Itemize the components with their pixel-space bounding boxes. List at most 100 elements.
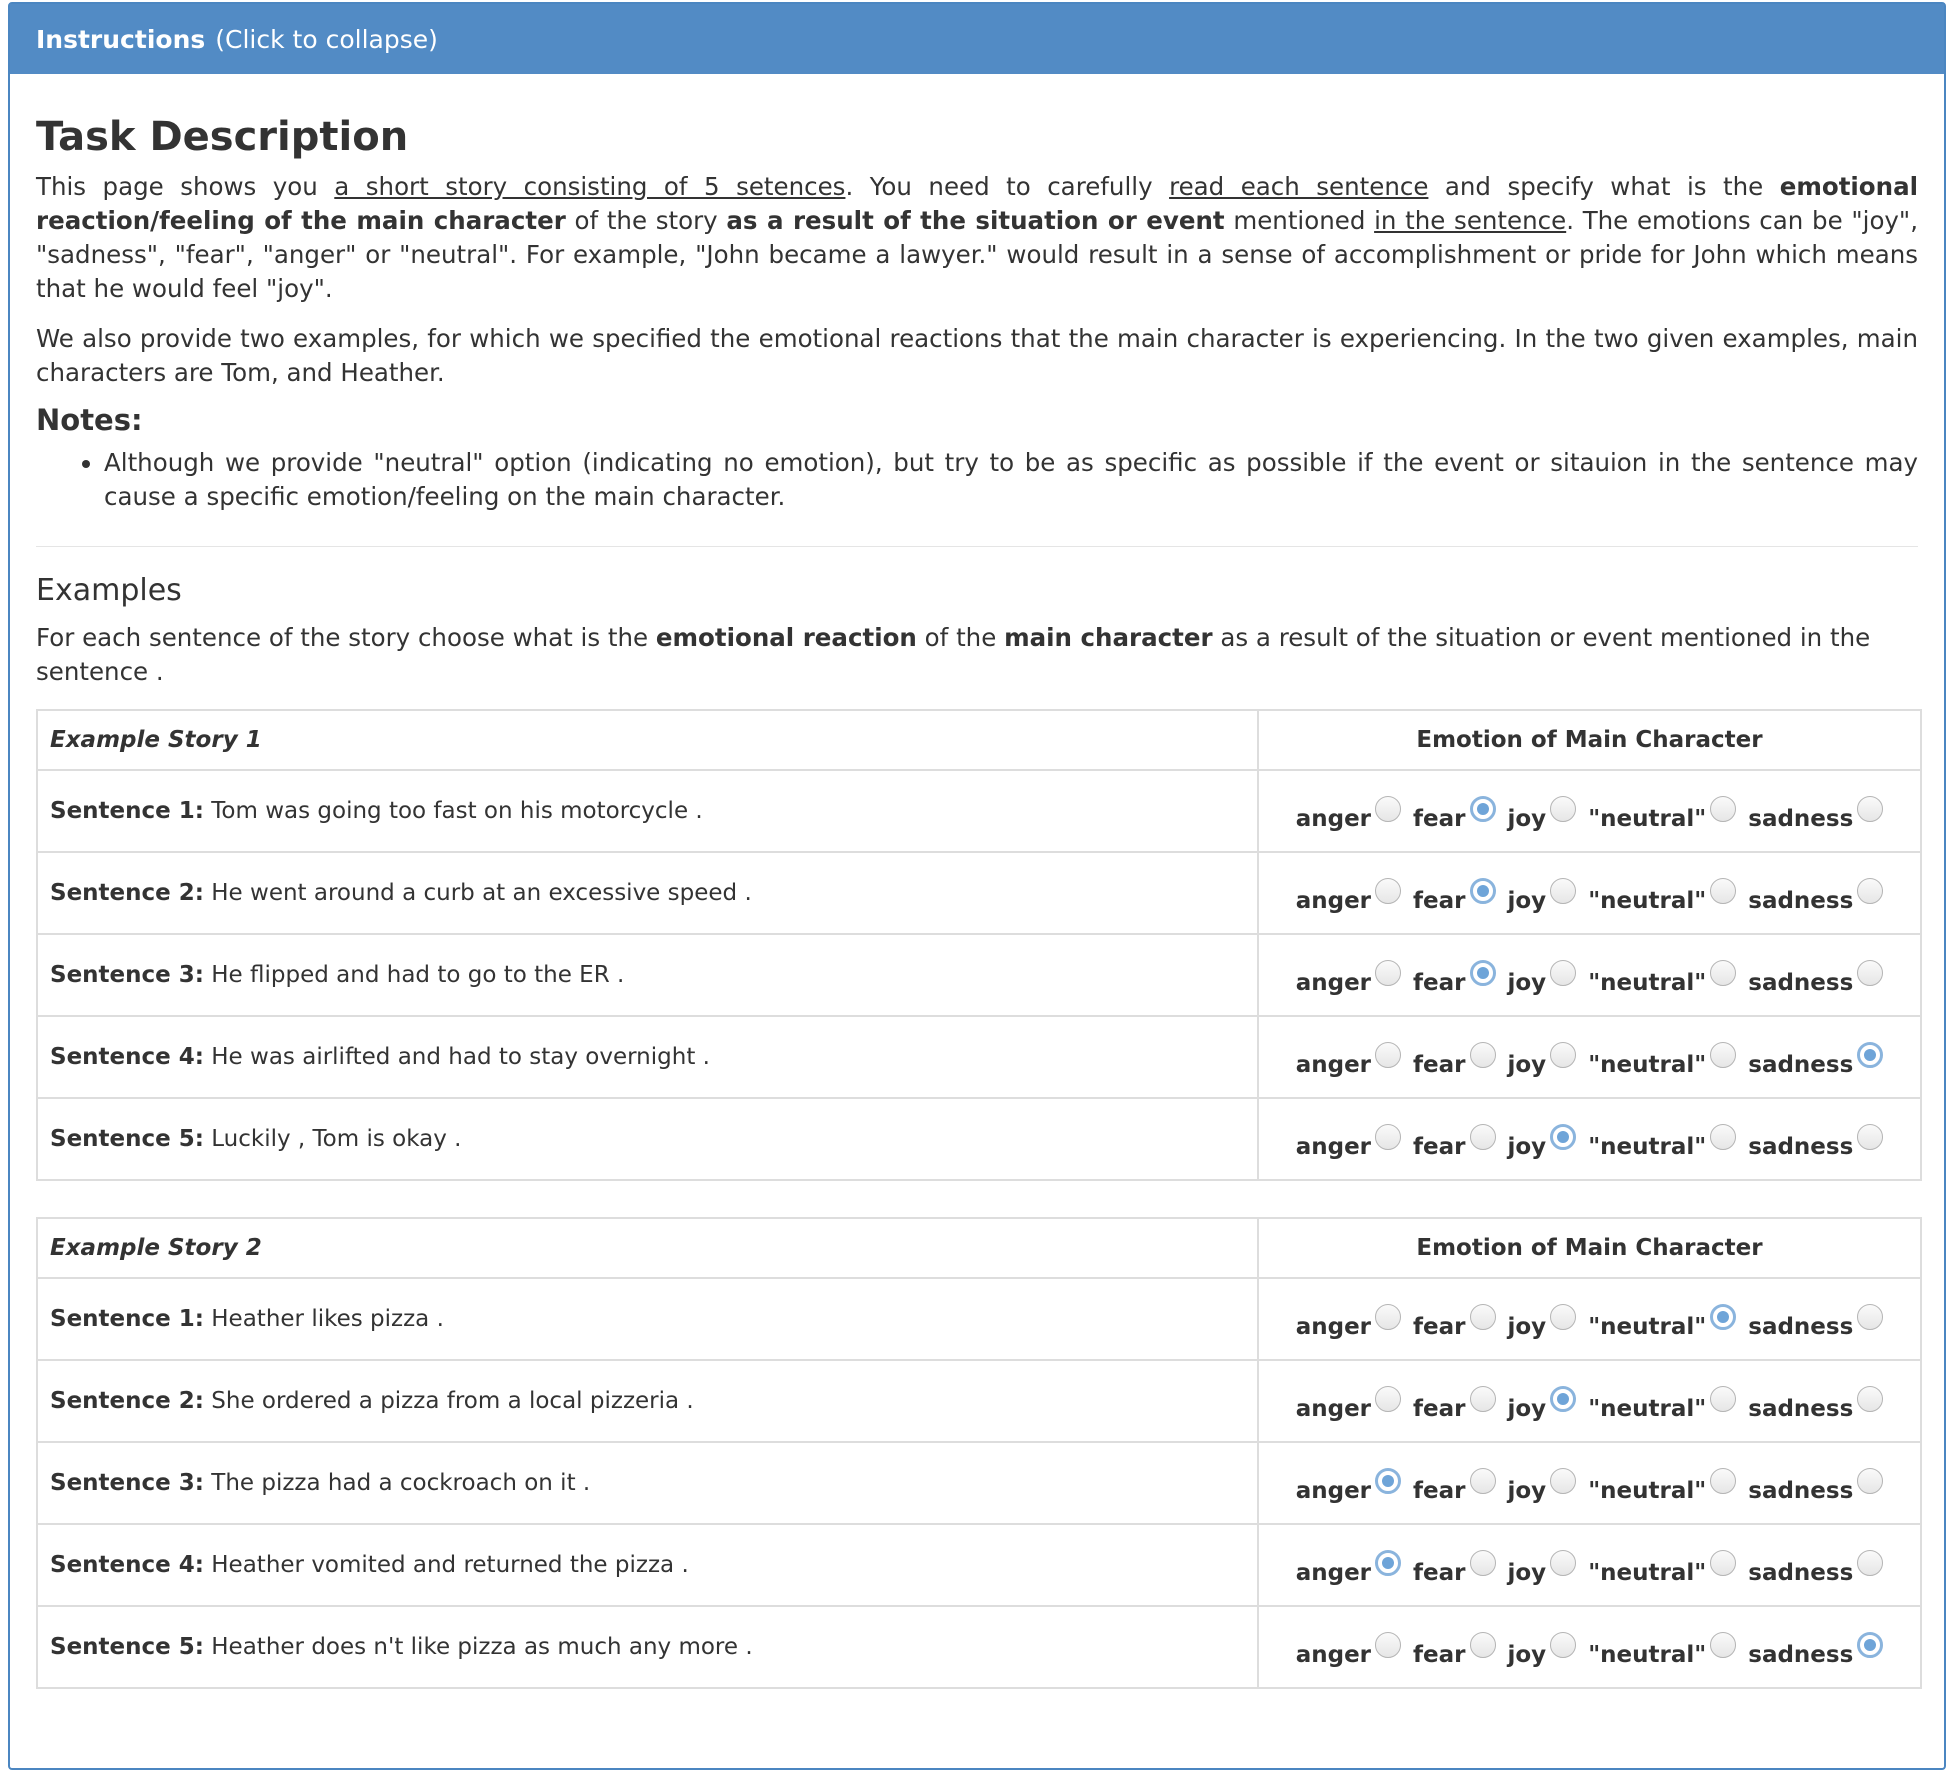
emotion-radio-button[interactable] xyxy=(1375,1124,1402,1150)
emotion-option[interactable]: sadness xyxy=(1748,1124,1884,1160)
emotion-option[interactable]: joy xyxy=(1508,1468,1577,1504)
emotion-radio-button[interactable] xyxy=(1857,1386,1884,1412)
emotion-option[interactable]: "neutral" xyxy=(1588,1304,1737,1340)
emotion-option[interactable]: "neutral" xyxy=(1588,1042,1737,1078)
emotion-radio-button[interactable] xyxy=(1550,1632,1577,1658)
emotion-option[interactable]: sadness xyxy=(1748,1550,1884,1586)
emotion-radio-button[interactable] xyxy=(1469,1304,1496,1330)
emotion-option[interactable]: anger xyxy=(1296,1632,1402,1668)
emotion-option[interactable]: sadness xyxy=(1748,1304,1884,1340)
emotion-radio-button[interactable] xyxy=(1469,960,1496,986)
emotion-radio-button[interactable] xyxy=(1550,796,1577,822)
emotion-option[interactable]: anger xyxy=(1296,1468,1402,1504)
emotion-option[interactable]: fear xyxy=(1413,1042,1496,1078)
emotion-radio-button[interactable] xyxy=(1469,1550,1496,1576)
emotion-option[interactable]: joy xyxy=(1508,1042,1577,1078)
emotion-option[interactable]: anger xyxy=(1296,1042,1402,1078)
emotion-radio-button[interactable] xyxy=(1550,1304,1577,1330)
emotion-radio-button[interactable] xyxy=(1857,960,1884,986)
emotion-radio-button[interactable] xyxy=(1550,960,1577,986)
emotion-option[interactable]: fear xyxy=(1413,1550,1496,1586)
emotion-radio-button[interactable] xyxy=(1550,1386,1577,1412)
emotion-radio-button[interactable] xyxy=(1469,1468,1496,1494)
emotion-radio-button[interactable] xyxy=(1550,1124,1577,1150)
emotion-option[interactable]: fear xyxy=(1413,1386,1496,1422)
emotion-radio-button[interactable] xyxy=(1710,1124,1737,1150)
emotion-option[interactable]: fear xyxy=(1413,1468,1496,1504)
emotion-option[interactable]: sadness xyxy=(1748,1042,1884,1078)
emotion-option[interactable]: fear xyxy=(1413,1304,1496,1340)
emotion-option[interactable]: "neutral" xyxy=(1588,1124,1737,1160)
emotion-radio-button[interactable] xyxy=(1857,1468,1884,1494)
emotion-option[interactable]: "neutral" xyxy=(1588,1386,1737,1422)
emotion-option[interactable]: sadness xyxy=(1748,1386,1884,1422)
emotion-radio-button[interactable] xyxy=(1469,1042,1496,1068)
emotion-option[interactable]: sadness xyxy=(1748,796,1884,832)
emotion-option[interactable]: fear xyxy=(1413,878,1496,914)
emotion-option[interactable]: joy xyxy=(1508,1386,1577,1422)
emotion-option[interactable]: anger xyxy=(1296,796,1402,832)
emotion-option[interactable]: joy xyxy=(1508,1304,1577,1340)
emotion-option[interactable]: "neutral" xyxy=(1588,796,1737,832)
emotion-radio-button[interactable] xyxy=(1857,1550,1884,1576)
emotion-radio-button[interactable] xyxy=(1375,960,1402,986)
emotion-radio-button[interactable] xyxy=(1375,796,1402,822)
emotion-option[interactable]: fear xyxy=(1413,960,1496,996)
emotion-radio-button[interactable] xyxy=(1710,1042,1737,1068)
emotion-option[interactable]: joy xyxy=(1508,878,1577,914)
emotion-option[interactable]: fear xyxy=(1413,1124,1496,1160)
emotion-radio-button[interactable] xyxy=(1710,1632,1737,1658)
emotion-radio-button[interactable] xyxy=(1469,1386,1496,1412)
emotion-radio-button[interactable] xyxy=(1469,1124,1496,1150)
emotion-option[interactable]: fear xyxy=(1413,796,1496,832)
emotion-option[interactable]: "neutral" xyxy=(1588,1468,1737,1504)
emotion-radio-button[interactable] xyxy=(1710,960,1737,986)
emotion-radio-button[interactable] xyxy=(1857,1304,1884,1330)
emotion-option[interactable]: sadness xyxy=(1748,1468,1884,1504)
emotion-option[interactable]: "neutral" xyxy=(1588,1632,1737,1668)
emotion-radio-button[interactable] xyxy=(1375,1632,1402,1658)
emotion-option[interactable]: sadness xyxy=(1748,1632,1884,1668)
emotion-radio-button[interactable] xyxy=(1857,1632,1884,1658)
emotion-option[interactable]: joy xyxy=(1508,960,1577,996)
emotion-radio-button[interactable] xyxy=(1375,1468,1402,1494)
emotion-radio-button[interactable] xyxy=(1469,1632,1496,1658)
emotion-radio-button[interactable] xyxy=(1857,878,1884,904)
emotion-option[interactable]: anger xyxy=(1296,878,1402,914)
emotion-option[interactable]: joy xyxy=(1508,796,1577,832)
emotion-radio-button[interactable] xyxy=(1550,878,1577,904)
emotion-radio-button[interactable] xyxy=(1857,1042,1884,1068)
emotion-option[interactable]: joy xyxy=(1508,1632,1577,1668)
emotion-option[interactable]: sadness xyxy=(1748,878,1884,914)
emotion-option[interactable]: anger xyxy=(1296,1550,1402,1586)
emotion-option[interactable]: fear xyxy=(1413,1632,1496,1668)
emotion-radio-button[interactable] xyxy=(1550,1468,1577,1494)
emotion-option[interactable]: joy xyxy=(1508,1550,1577,1586)
emotion-option[interactable]: "neutral" xyxy=(1588,960,1737,996)
emotion-option[interactable]: anger xyxy=(1296,1386,1402,1422)
emotion-radio-button[interactable] xyxy=(1710,878,1737,904)
emotion-radio-button[interactable] xyxy=(1469,796,1496,822)
emotion-radio-button[interactable] xyxy=(1857,1124,1884,1150)
emotion-radio-button[interactable] xyxy=(1550,1042,1577,1068)
emotion-option[interactable]: anger xyxy=(1296,1124,1402,1160)
emotion-option[interactable]: joy xyxy=(1508,1124,1577,1160)
emotion-option[interactable]: sadness xyxy=(1748,960,1884,996)
emotion-option[interactable]: "neutral" xyxy=(1588,1550,1737,1586)
emotion-option[interactable]: "neutral" xyxy=(1588,878,1737,914)
emotion-option[interactable]: anger xyxy=(1296,960,1402,996)
emotion-radio-button[interactable] xyxy=(1857,796,1884,822)
emotion-radio-button[interactable] xyxy=(1375,1386,1402,1412)
emotion-radio-button[interactable] xyxy=(1710,1304,1737,1330)
emotion-radio-button[interactable] xyxy=(1710,1550,1737,1576)
emotion-radio-button[interactable] xyxy=(1375,878,1402,904)
emotion-radio-button[interactable] xyxy=(1375,1550,1402,1576)
emotion-radio-button[interactable] xyxy=(1375,1304,1402,1330)
emotion-radio-button[interactable] xyxy=(1710,1468,1737,1494)
emotion-option[interactable]: anger xyxy=(1296,1304,1402,1340)
emotion-radio-button[interactable] xyxy=(1550,1550,1577,1576)
emotion-radio-button[interactable] xyxy=(1469,878,1496,904)
emotion-radio-button[interactable] xyxy=(1710,1386,1737,1412)
emotion-radio-button[interactable] xyxy=(1710,796,1737,822)
instructions-collapse-toggle[interactable]: Instructions (Click to collapse) xyxy=(10,4,1944,74)
